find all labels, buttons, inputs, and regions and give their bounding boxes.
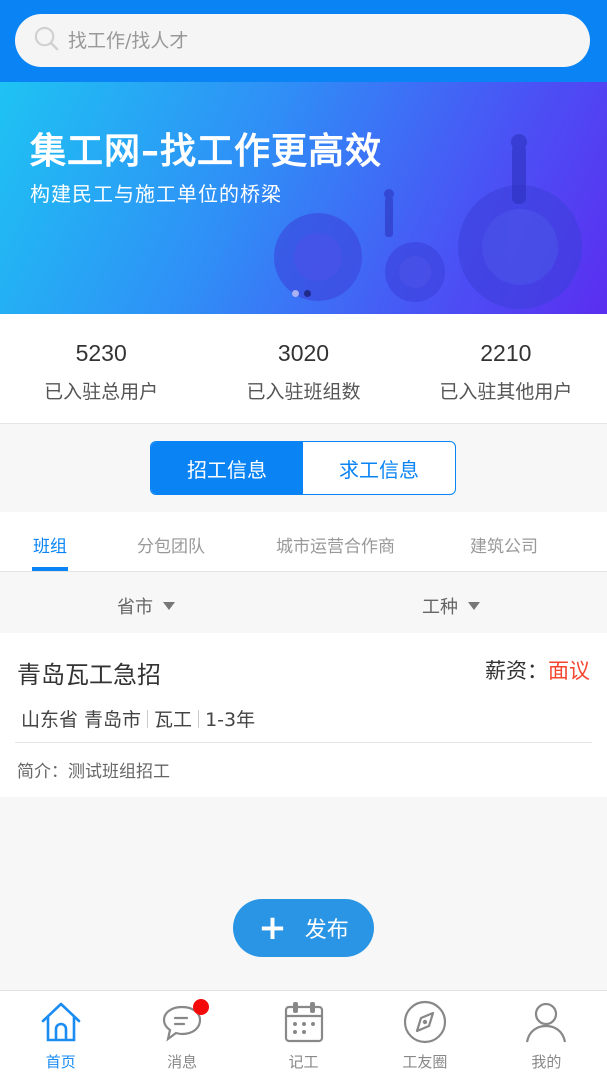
bottom-navigation: 首页 消息 记工 工友圈 我的: [0, 990, 607, 1080]
nav-worker-circle[interactable]: 工友圈: [364, 991, 485, 1080]
stat-label: 已入驻其他用户: [439, 381, 573, 403]
stat-value: 2210: [480, 340, 532, 366]
stat-other-users: 2210 已入驻其他用户: [405, 314, 607, 423]
tab-subcontract-team[interactable]: 分包团队: [137, 532, 205, 557]
nav-messages[interactable]: 消息: [121, 991, 242, 1080]
segment-recruit-info[interactable]: 招工信息: [151, 442, 303, 494]
filter-province-city[interactable]: 省市: [117, 593, 175, 619]
stat-value: 3020: [277, 340, 330, 366]
compass-icon: [403, 1000, 447, 1044]
salary-label: 薪资：: [485, 659, 548, 683]
info-type-segmented-control: 招工信息 求工信息: [150, 441, 456, 495]
carousel-dot[interactable]: [292, 290, 299, 297]
listing-salary: 薪资：面议: [485, 655, 590, 685]
nav-work-record[interactable]: 记工: [243, 991, 364, 1080]
nav-label: 首页: [45, 1053, 76, 1071]
listing-experience: 1-3年: [205, 709, 256, 731]
stat-label: 已入驻班组数: [246, 381, 361, 403]
search-input[interactable]: [68, 29, 548, 52]
dropdown-triangle-icon: [163, 602, 175, 610]
tab-construction-company[interactable]: 建筑公司: [470, 532, 538, 557]
filter-label: 工种: [422, 597, 458, 618]
nav-label: 消息: [167, 1053, 198, 1071]
nav-profile[interactable]: 我的: [486, 991, 607, 1080]
stat-total-users: 5230 已入驻总用户: [0, 314, 202, 423]
search-icon: [33, 25, 60, 56]
search-bar[interactable]: [15, 14, 590, 67]
active-tab-indicator: [32, 567, 68, 571]
listing-trade: 瓦工: [154, 709, 193, 731]
listing-intro: 简介：测试班组招工: [17, 762, 170, 782]
segment-job-seeking-info[interactable]: 求工信息: [303, 442, 455, 494]
top-bar: [0, 0, 607, 82]
filter-label: 省市: [117, 597, 153, 618]
tab-team[interactable]: 班组: [33, 532, 67, 557]
carousel-indicator: [292, 290, 311, 297]
banner-subtitle: 构建民工与施工单位的桥梁: [30, 182, 282, 206]
listing-location: 山东省 青岛市: [21, 709, 142, 731]
nav-label: 我的: [531, 1053, 562, 1071]
carousel-dot-active[interactable]: [304, 290, 311, 297]
notification-badge: [193, 999, 210, 1015]
category-tabs: 班组 分包团队 城市运营合作商 建筑公司: [0, 512, 607, 572]
plus-icon: +: [258, 908, 287, 948]
stat-label: 已入驻总用户: [44, 381, 159, 403]
nav-label: 工友圈: [402, 1053, 448, 1071]
job-listing-card[interactable]: 青岛瓦工急招 薪资：面议 山东省 青岛市 瓦工 1-3年 简介：测试班组招工: [0, 633, 607, 797]
listing-meta: 山东省 青岛市 瓦工 1-3年: [21, 705, 255, 732]
filter-trade[interactable]: 工种: [422, 593, 480, 619]
banner-title: 集工网–找工作更高效: [30, 131, 383, 172]
calendar-icon: [284, 1002, 323, 1043]
filter-bar: 省市 工种: [0, 573, 607, 633]
divider: [198, 709, 200, 728]
divider: [147, 709, 149, 728]
nav-home[interactable]: 首页: [0, 991, 121, 1080]
dropdown-triangle-icon: [468, 602, 480, 610]
listing-title: 青岛瓦工急招: [17, 661, 161, 689]
stats-panel: 5230 已入驻总用户 3020 已入驻班组数 2210 已入驻其他用户: [0, 314, 607, 424]
salary-value: 面议: [548, 659, 590, 683]
home-icon: [41, 1002, 81, 1042]
nav-label: 记工: [288, 1053, 319, 1071]
tab-city-partner[interactable]: 城市运营合作商: [276, 532, 395, 557]
card-divider: [15, 742, 592, 743]
user-icon: [526, 1002, 567, 1043]
stat-teams: 3020 已入驻班组数: [202, 314, 404, 423]
publish-label: 发布: [304, 918, 349, 943]
publish-button[interactable]: + 发布: [233, 899, 374, 957]
banner-carousel[interactable]: 集工网–找工作更高效 构建民工与施工单位的桥梁: [0, 82, 607, 314]
stat-value: 5230: [75, 340, 127, 366]
